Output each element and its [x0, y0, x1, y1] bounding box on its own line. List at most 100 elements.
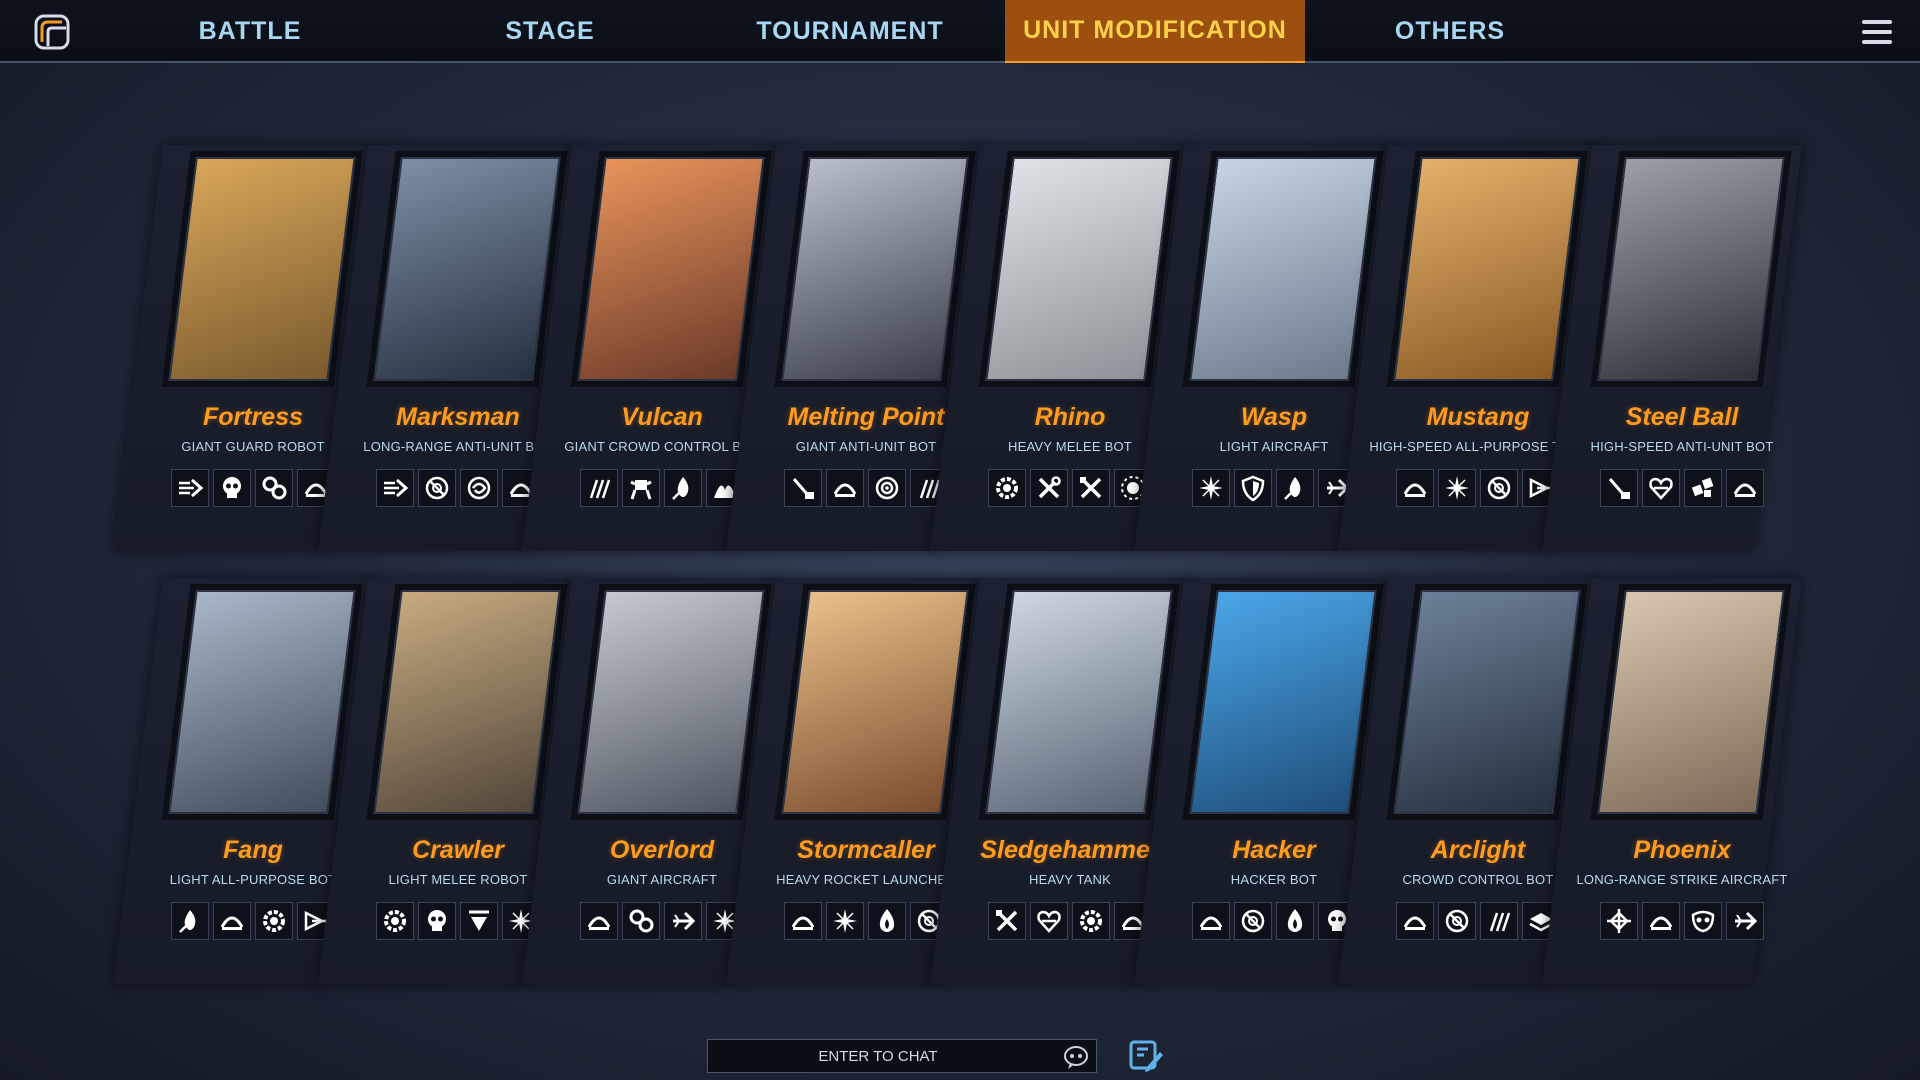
unit-portrait-frame [1590, 151, 1792, 387]
crosshair-icon[interactable] [1600, 902, 1638, 940]
unit-card-marksman[interactable]: Marksman Long-Range Anti-Unit Bot [318, 145, 578, 551]
unit-portrait-frame [161, 151, 363, 387]
unit-portrait-frame [366, 584, 568, 820]
fire-icon[interactable] [868, 902, 906, 940]
wrench-icon[interactable] [1030, 469, 1068, 507]
unit-card-sledgehammer[interactable]: Sledgehammer Heavy Tank [930, 578, 1190, 984]
unit-card-fortress[interactable]: Fortress Giant Guard Robot [113, 145, 373, 551]
heart-icon[interactable] [1030, 902, 1068, 940]
shield-arc-icon[interactable] [826, 469, 864, 507]
unit-portrait-frame [1590, 584, 1792, 820]
shield-icon[interactable] [1234, 469, 1272, 507]
no-target-icon[interactable] [1480, 469, 1518, 507]
shield-arc-icon[interactable] [1192, 902, 1230, 940]
ability-icons [771, 469, 961, 509]
tab-tournament[interactable]: TOURNAMENT [700, 0, 1000, 63]
unit-card-stormcaller[interactable]: Stormcaller Heavy Rocket Launcher [726, 578, 986, 984]
chat-input[interactable] [708, 1040, 1088, 1072]
ability-icons [975, 902, 1165, 942]
tools-icon[interactable] [1072, 469, 1110, 507]
ability-icons [158, 902, 348, 942]
unit-portrait [373, 590, 561, 814]
down-arrow-icon[interactable] [460, 902, 498, 940]
ability-icons [1383, 902, 1573, 942]
unit-portrait [577, 590, 765, 814]
claw-icon[interactable] [580, 469, 618, 507]
unit-portrait-frame [774, 151, 976, 387]
unit-portrait-frame [1182, 584, 1384, 820]
flame-icon[interactable] [171, 902, 209, 940]
unit-card-steel-ball[interactable]: Steel Ball High-Speed Anti-Unit Bot [1542, 145, 1802, 551]
mech-icon[interactable] [622, 469, 660, 507]
laser-icon[interactable] [1600, 469, 1638, 507]
unit-portrait-frame [1386, 584, 1588, 820]
ability-icons [1179, 902, 1369, 942]
target-icon[interactable] [868, 469, 906, 507]
unit-card-vulcan[interactable]: Vulcan Giant Crowd Control Bot [522, 145, 782, 551]
gear-icon[interactable] [255, 902, 293, 940]
tab-others[interactable]: OTHERS [1300, 0, 1600, 63]
unit-portrait-frame [774, 584, 976, 820]
shield-arc-icon[interactable] [1396, 902, 1434, 940]
shield-arc-icon[interactable] [1396, 469, 1434, 507]
heart-icon[interactable] [1642, 469, 1680, 507]
blocks-icon[interactable] [1684, 469, 1722, 507]
jet-icon[interactable] [664, 902, 702, 940]
flame-icon[interactable] [1276, 469, 1314, 507]
no-target-icon[interactable] [1234, 902, 1272, 940]
gears-icon[interactable] [255, 469, 293, 507]
flame-icon[interactable] [664, 469, 702, 507]
unit-portrait [168, 590, 356, 814]
unit-portrait [1597, 590, 1785, 814]
game-logo-icon[interactable] [32, 12, 72, 52]
shield-arc-icon[interactable] [784, 902, 822, 940]
unit-card-wasp[interactable]: Wasp Light Aircraft [1134, 145, 1394, 551]
chat-bubble-icon[interactable] [1062, 1043, 1090, 1071]
jet-icon[interactable] [1726, 902, 1764, 940]
dash-icon[interactable] [171, 469, 209, 507]
spark-icon[interactable] [826, 902, 864, 940]
unit-card-crawler[interactable]: Crawler Light Melee Robot [318, 578, 578, 984]
ability-icons [1179, 469, 1369, 509]
ability-icons [975, 469, 1165, 509]
dash-icon[interactable] [376, 469, 414, 507]
no-target-icon[interactable] [418, 469, 456, 507]
tab-stage[interactable]: STAGE [400, 0, 700, 63]
tab-battle[interactable]: BATTLE [100, 0, 400, 63]
claw-icon[interactable] [1480, 902, 1518, 940]
gear-icon[interactable] [988, 469, 1026, 507]
shield-arc-icon[interactable] [1642, 902, 1680, 940]
unit-card-fang[interactable]: Fang Light All-Purpose Bot [113, 578, 373, 984]
swirl-icon[interactable] [460, 469, 498, 507]
ability-icons [1383, 469, 1573, 509]
tab-unit-modification[interactable]: UNIT MODIFICATION [1005, 0, 1305, 63]
no-target-icon[interactable] [1438, 902, 1476, 940]
spark-icon[interactable] [1192, 469, 1230, 507]
tools-icon[interactable] [988, 902, 1026, 940]
unit-card-rhino[interactable]: Rhino Heavy Melee Bot [930, 145, 1190, 551]
shield-arc-icon[interactable] [1726, 469, 1764, 507]
mask-icon[interactable] [1684, 902, 1722, 940]
gears-icon[interactable] [622, 902, 660, 940]
unit-card-hacker[interactable]: Hacker Hacker Bot [1134, 578, 1394, 984]
unit-role: High-Speed Anti-Unit Bot [1590, 439, 1774, 454]
edit-send-icon[interactable] [1128, 1038, 1164, 1074]
unit-card-phoenix[interactable]: Phoenix Long-Range Strike Aircraft [1542, 578, 1802, 984]
unit-portrait-frame [1182, 151, 1384, 387]
skull-icon[interactable] [418, 902, 456, 940]
gear-icon[interactable] [1072, 902, 1110, 940]
laser-icon[interactable] [784, 469, 822, 507]
spark-icon[interactable] [1438, 469, 1476, 507]
shield-arc-icon[interactable] [213, 902, 251, 940]
fire-icon[interactable] [1276, 902, 1314, 940]
gear-icon[interactable] [376, 902, 414, 940]
shield-arc-icon[interactable] [580, 902, 618, 940]
unit-card-mustang[interactable]: Mustang High-Speed All-Purpose Tank [1338, 145, 1598, 551]
unit-card-melting-point[interactable]: Melting Point Giant Anti-Unit Bot [726, 145, 986, 551]
hamburger-menu-icon[interactable] [1862, 20, 1892, 44]
unit-card-arclight[interactable]: Arclight Crowd Control Bot [1338, 578, 1598, 984]
unit-portrait-frame [161, 584, 363, 820]
skull-icon[interactable] [213, 469, 251, 507]
unit-card-overlord[interactable]: Overlord Giant Aircraft [522, 578, 782, 984]
ability-icons [771, 902, 961, 942]
